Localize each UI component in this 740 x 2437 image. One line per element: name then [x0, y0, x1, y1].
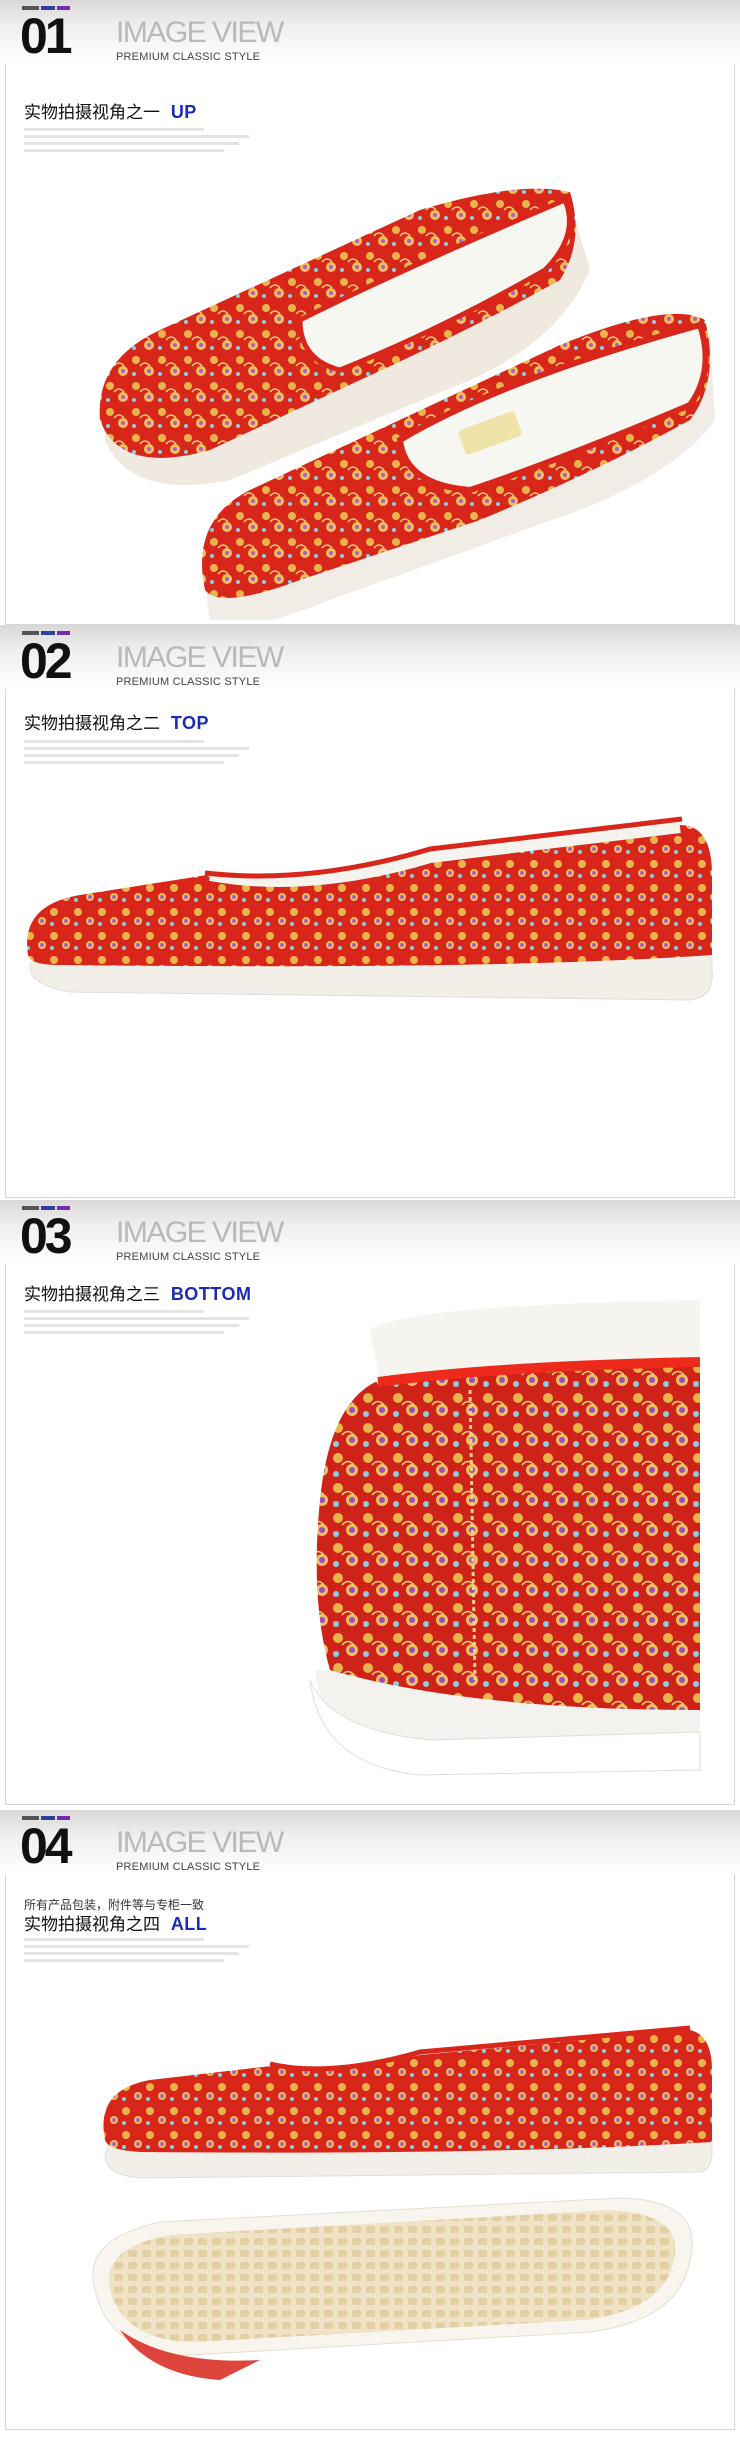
- caption-cn: 实物拍摄视角之四: [24, 1915, 160, 1935]
- shoe-side-photo: [27, 816, 713, 1001]
- section-03: 03 IMAGE VIEW PREMIUM CLASSIC STYLE 实物拍摄…: [0, 1200, 740, 1810]
- section-subtitle: PREMIUM CLASSIC STYLE: [116, 1861, 261, 1873]
- view-caption: 实物拍摄视角之四 ALL: [24, 1914, 207, 1935]
- caption-cn: 实物拍摄视角之二: [24, 714, 160, 734]
- section-number: 01: [20, 8, 73, 64]
- section-subtitle: PREMIUM CLASSIC STYLE: [116, 51, 261, 63]
- faint-text-lines: [24, 740, 254, 768]
- section-02: 02 IMAGE VIEW PREMIUM CLASSIC STYLE 实物拍摄…: [0, 625, 740, 1200]
- caption-en: TOP: [170, 713, 209, 733]
- caption-en: UP: [170, 102, 197, 122]
- section-title: IMAGE VIEW: [116, 1826, 284, 1859]
- section-number: 04: [20, 1818, 73, 1874]
- packaging-note: 所有产品包装，附件等与专柜一致: [24, 1898, 205, 1912]
- shoe-pair-photo: [99, 188, 715, 620]
- shoe-heel-photo: [309, 1300, 701, 1776]
- product-detail-page: 01 IMAGE VIEW PREMIUM CLASSIC STYLE 实物拍摄…: [0, 0, 740, 2437]
- section-number: 03: [20, 1208, 73, 1264]
- section-number: 02: [20, 633, 73, 689]
- section-title: IMAGE VIEW: [116, 641, 284, 674]
- section-01: 01 IMAGE VIEW PREMIUM CLASSIC STYLE 实物拍摄…: [0, 0, 740, 625]
- section-header: 01 IMAGE VIEW PREMIUM CLASSIC STYLE: [0, 0, 740, 64]
- section-header: 04 IMAGE VIEW PREMIUM CLASSIC STYLE: [0, 1810, 740, 1874]
- shoe-and-sole-photo: [92, 2025, 713, 2380]
- section-subtitle: PREMIUM CLASSIC STYLE: [116, 1251, 261, 1263]
- section-header: 03 IMAGE VIEW PREMIUM CLASSIC STYLE: [0, 1200, 740, 1264]
- section-04: 04 IMAGE VIEW PREMIUM CLASSIC STYLE 所有产品…: [0, 1810, 740, 2437]
- section-subtitle: PREMIUM CLASSIC STYLE: [116, 676, 261, 688]
- view-caption: 实物拍摄视角之二 TOP: [24, 713, 209, 734]
- section-header: 02 IMAGE VIEW PREMIUM CLASSIC STYLE: [0, 625, 740, 689]
- caption-en: ALL: [170, 1914, 208, 1934]
- section-title: IMAGE VIEW: [116, 1216, 284, 1249]
- section-title: IMAGE VIEW: [116, 16, 284, 49]
